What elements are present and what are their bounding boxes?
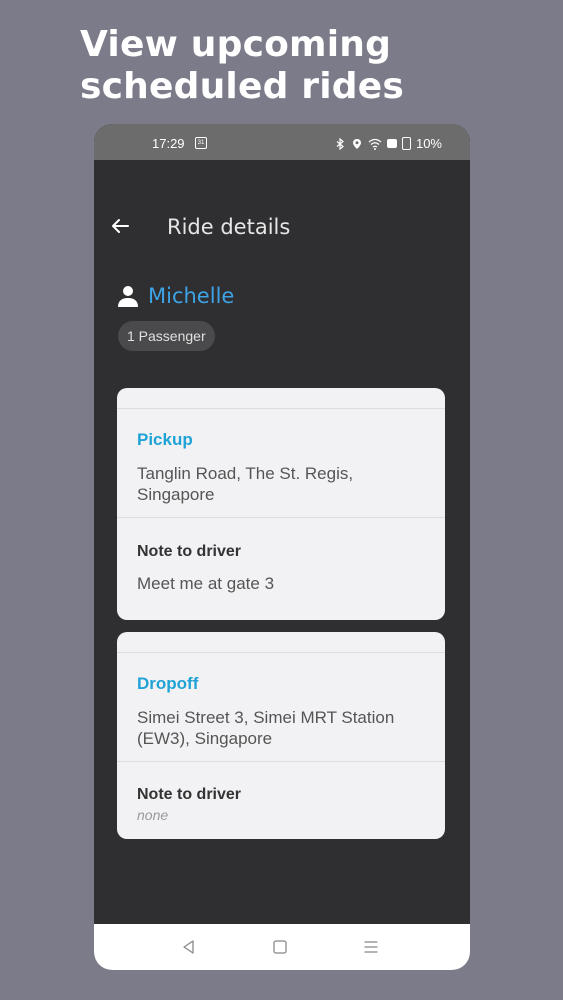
- promo-headline: View upcoming scheduled rides: [80, 24, 404, 108]
- dropoff-note-label: Note to driver: [137, 786, 242, 803]
- no-sim-icon: [386, 139, 397, 148]
- pickup-label: Pickup: [137, 430, 193, 449]
- bluetooth-icon: [336, 137, 344, 150]
- dropoff-note-text: none: [137, 807, 169, 823]
- card-header-divider: [117, 632, 445, 653]
- divider: [117, 761, 445, 762]
- pickup-note-text: Meet me at gate 3: [137, 574, 275, 593]
- status-bar: 17:29 31 10%: [94, 124, 470, 160]
- system-nav-bar: [94, 924, 470, 970]
- dropoff-label: Dropoff: [137, 674, 199, 693]
- battery-percent: 10%: [415, 136, 442, 151]
- arrow-left-icon[interactable]: [110, 216, 130, 236]
- triangle-back-icon[interactable]: [180, 938, 198, 956]
- page-title: Ride details: [167, 215, 291, 239]
- status-time: 17:29: [152, 136, 185, 151]
- dropoff-address: Simei Street 3, Simei MRT Station (EW3),…: [137, 708, 395, 748]
- dropoff-card: Dropoff Simei Street 3, Simei MRT Statio…: [117, 632, 445, 839]
- phone-frame: 17:29 31 10% Ride details Michelle 1 Pas…: [94, 124, 470, 970]
- wifi-icon: [368, 138, 382, 150]
- promo-headline-line2: scheduled rides: [80, 66, 404, 107]
- rider-name: Michelle: [148, 284, 235, 308]
- card-header-divider: [117, 388, 445, 409]
- status-icons: 10%: [334, 136, 442, 151]
- calendar-icon: 31: [195, 137, 207, 149]
- pickup-address: Tanglin Road, The St. Regis, Singapore: [137, 464, 354, 504]
- promo-headline-line1: View upcoming: [80, 24, 392, 65]
- rider-info: Michelle: [116, 284, 234, 308]
- passenger-count-chip: 1 Passenger: [118, 321, 215, 351]
- person-icon: [118, 286, 138, 307]
- pickup-note-label: Note to driver: [137, 543, 242, 560]
- app-bar: Ride details: [94, 204, 470, 248]
- menu-recents-icon[interactable]: [362, 938, 380, 956]
- divider: [117, 517, 445, 518]
- square-home-icon[interactable]: [271, 938, 289, 956]
- location-icon: [352, 138, 361, 149]
- pickup-card: Pickup Tanglin Road, The St. Regis, Sing…: [117, 388, 445, 620]
- battery-icon: [401, 137, 411, 150]
